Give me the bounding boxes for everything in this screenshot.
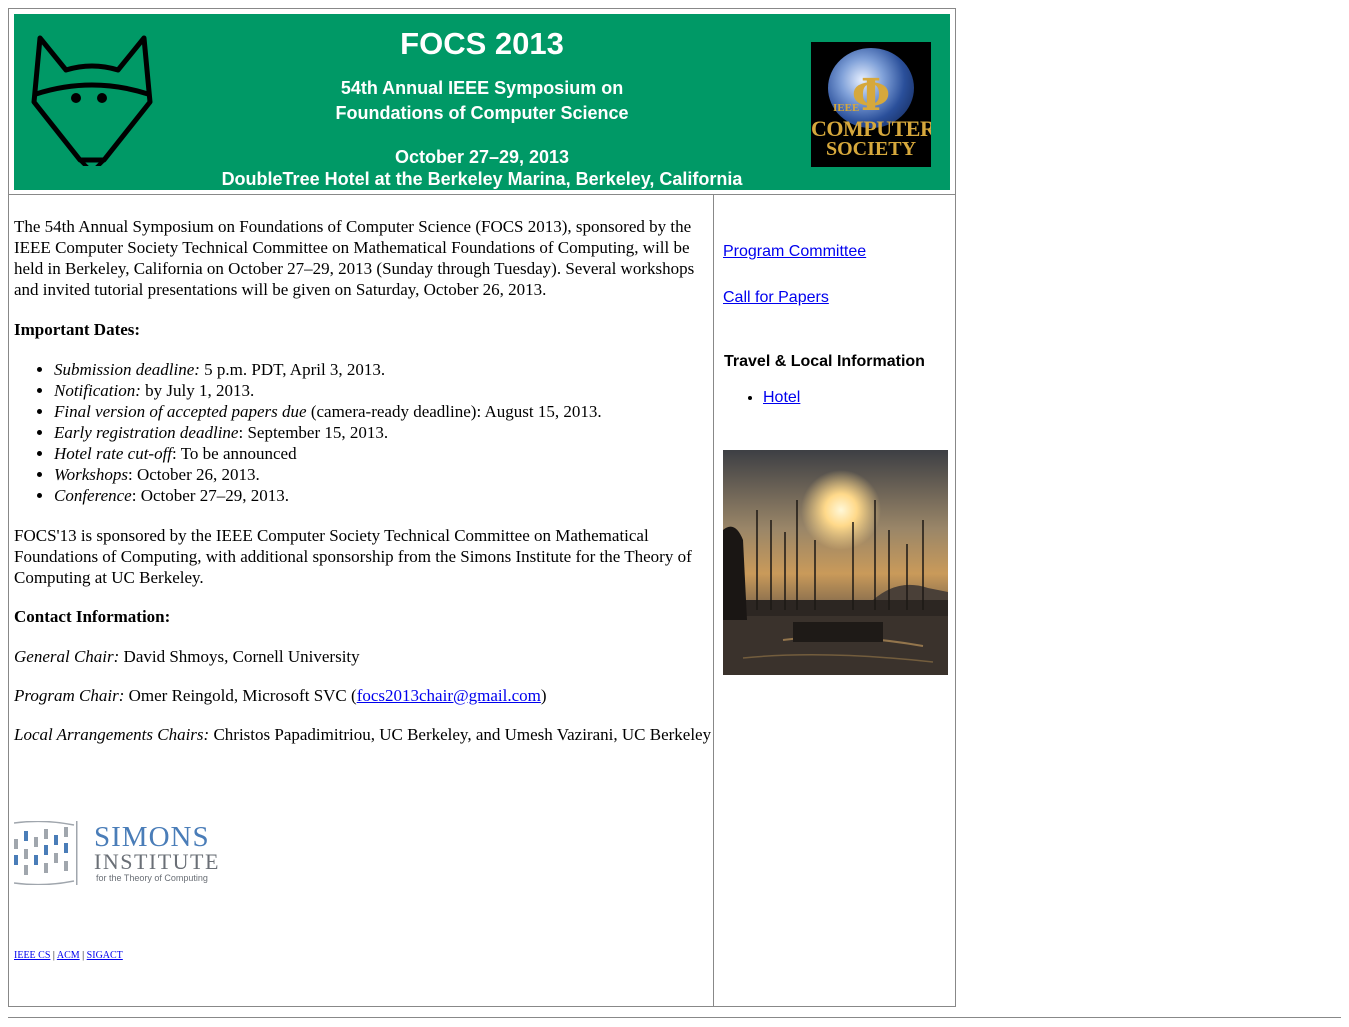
header-divider <box>9 194 955 195</box>
simons-tagline: for the Theory of Computing <box>96 873 208 883</box>
call-for-papers-link[interactable]: Call for Papers <box>723 289 829 307</box>
footer-separator: | <box>52 950 55 961</box>
date-item-workshops: Workshops: October 26, 2013. <box>54 464 712 485</box>
ieee-computer-society-logo: Φ IEEE COMPUTER SOCIETY <box>811 42 931 167</box>
general-chair-label: General Chair: <box>14 647 120 666</box>
date-value: : September 15, 2013. <box>238 423 389 442</box>
symposium-name: 54th Annual IEEE Symposium on Foundation… <box>14 76 950 126</box>
event-dates: October 27–29, 2013 <box>394 147 570 167</box>
date-label: Workshops <box>54 465 128 484</box>
date-value: : October 26, 2013. <box>128 465 260 484</box>
local-chairs-names: Christos Papadimitriou, UC Berkeley, and… <box>209 725 712 744</box>
date-item-submission: Submission deadline: 5 p.m. PDT, April 3… <box>54 359 712 380</box>
local-chairs-label: Local Arrangements Chairs: <box>14 725 210 744</box>
date-item-notification: Notification: by July 1, 2013. <box>54 380 712 401</box>
date-label: Notification: <box>54 381 141 400</box>
event-venue: DoubleTree Hotel at the Berkeley Marina,… <box>221 169 743 189</box>
program-chair: Program Chair: Omer Reingold, Microsoft … <box>14 685 712 706</box>
date-item-conference: Conference: October 27–29, 2013. <box>54 485 712 506</box>
event-info: October 27–29, 2013 DoubleTree Hotel at … <box>14 146 950 190</box>
symposium-name-line1: 54th Annual IEEE Symposium on <box>340 78 624 98</box>
header-banner: FOCS 2013 54th Annual IEEE Symposium on … <box>14 14 950 190</box>
marina-sunset-photo <box>723 450 948 675</box>
program-chair-email-link[interactable]: focs2013chair@gmail.com <box>357 686 541 705</box>
program-chair-close: ) <box>540 686 547 705</box>
page-frame: FOCS 2013 54th Annual IEEE Symposium on … <box>8 8 956 1007</box>
date-label: Hotel rate cut-off <box>54 444 173 463</box>
date-value: : To be announced <box>172 444 297 463</box>
date-label: Submission deadline: <box>54 360 200 379</box>
simons-institute-logo: SIMONS INSTITUTE for the Theory of Compu… <box>14 821 224 885</box>
date-item-early-registration: Early registration deadline: September 1… <box>54 422 712 443</box>
phi-symbol: Φ <box>851 70 891 121</box>
page-title: FOCS 2013 <box>400 26 564 61</box>
simons-bars-icon <box>14 821 78 885</box>
date-item-final-version: Final version of accepted papers due (ca… <box>54 401 712 422</box>
footer-link-sigact[interactable]: SIGACT <box>87 950 123 961</box>
contact-heading: Contact Information: <box>14 607 171 626</box>
date-label: Conference <box>54 486 132 505</box>
bottom-rule <box>8 1017 1341 1018</box>
date-value: by July 1, 2013. <box>140 381 255 400</box>
date-value: 5 p.m. PDT, April 3, 2013. <box>199 360 386 379</box>
simons-institute: INSTITUTE <box>94 849 220 874</box>
column-divider <box>713 195 714 1007</box>
sponsor-paragraph: FOCS'13 is sponsored by the IEEE Compute… <box>14 526 692 587</box>
date-label: Early registration deadline <box>54 423 239 442</box>
date-value: : October 27–29, 2013. <box>131 486 289 505</box>
intro-paragraph: The 54th Annual Symposium on Foundations… <box>14 217 695 299</box>
cs-logo-ieee: IEEE <box>833 102 860 114</box>
footer-links: IEEE CS | ACM | SIGACT <box>14 950 123 961</box>
date-label: Final version of accepted papers due <box>54 402 307 421</box>
date-value: (camera-ready deadline): August 15, 2013… <box>306 402 602 421</box>
general-chair-name: David Shmoys, Cornell University <box>119 647 360 666</box>
travel-item-hotel: Hotel <box>763 389 800 407</box>
travel-heading: Travel & Local Information <box>724 353 925 370</box>
program-chair-name: Omer Reingold, Microsoft SVC ( <box>124 686 357 705</box>
important-dates-list: Submission deadline: 5 p.m. PDT, April 3… <box>14 359 712 506</box>
footer-link-acm[interactable]: ACM <box>57 950 80 961</box>
footer-separator: | <box>82 950 85 961</box>
date-item-hotel-cutoff: Hotel rate cut-off: To be announced <box>54 443 712 464</box>
main-content: The 54th Annual Symposium on Foundations… <box>14 216 712 763</box>
travel-list: Hotel <box>723 389 800 407</box>
important-dates-heading: Important Dates: <box>14 320 141 339</box>
footer-link-ieee-cs[interactable]: IEEE CS <box>14 950 50 961</box>
program-chair-label: Program Chair: <box>14 686 125 705</box>
local-chairs: Local Arrangements Chairs: Christos Papa… <box>14 724 712 745</box>
symposium-name-line2: Foundations of Computer Science <box>335 103 629 123</box>
general-chair: General Chair: David Shmoys, Cornell Uni… <box>14 646 712 667</box>
hotel-link[interactable]: Hotel <box>763 389 800 406</box>
program-committee-link[interactable]: Program Committee <box>723 243 866 261</box>
cs-logo-society: SOCIETY <box>825 138 917 160</box>
